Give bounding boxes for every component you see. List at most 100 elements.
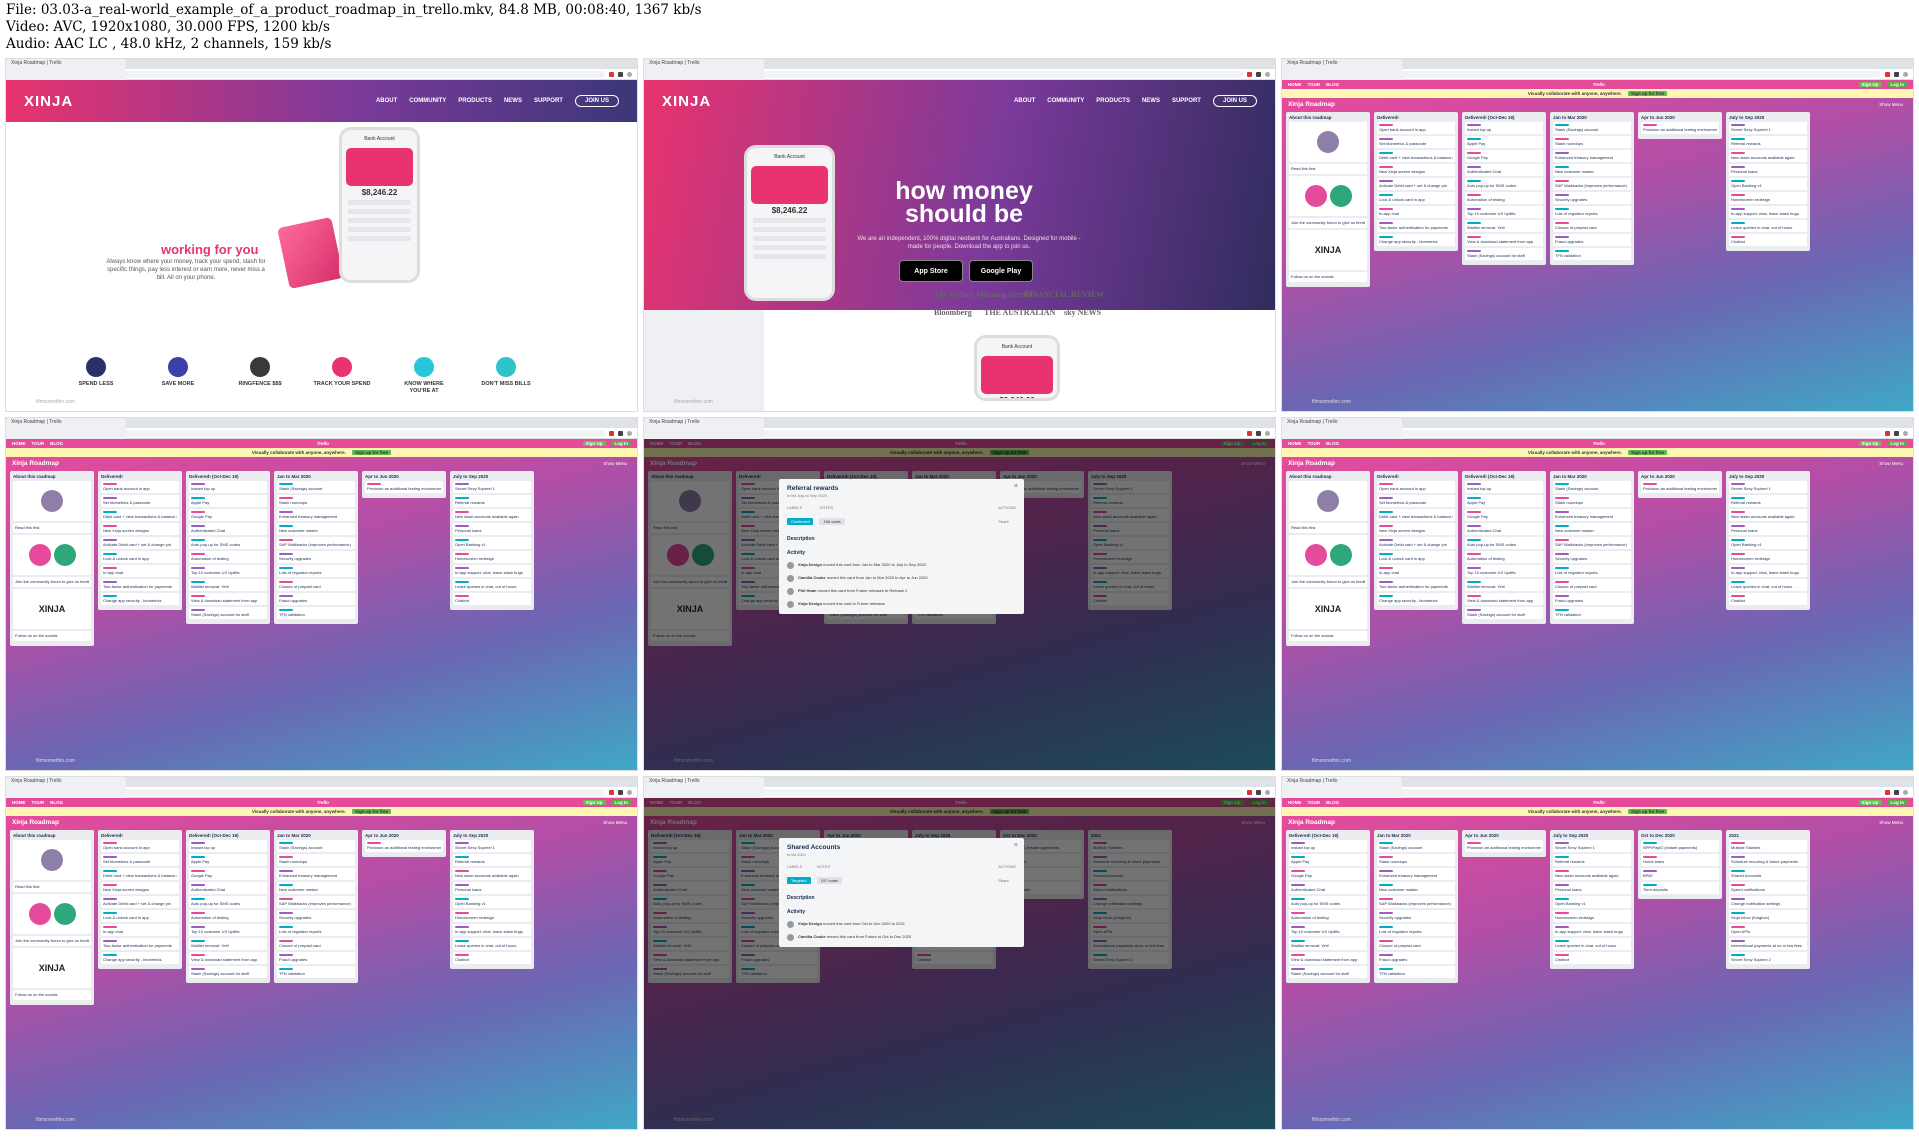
card[interactable]: Apple Pay	[1465, 136, 1543, 148]
card-detail-title[interactable]: Shared Accounts	[787, 844, 1016, 851]
log-in-button[interactable]: Log In	[1887, 82, 1907, 87]
card[interactable]: Instant top up	[1289, 840, 1367, 852]
card[interactable]: Chatbot	[453, 952, 531, 964]
card[interactable]: Follow us on the socials	[1289, 272, 1367, 282]
card[interactable]: Auto pop-up for SMS codes	[189, 896, 267, 908]
card[interactable]: Stash (Savings) account for staff	[189, 966, 267, 978]
show-menu-button[interactable]: Show Menu	[1879, 102, 1903, 107]
card[interactable]: Authenticated Chat	[189, 523, 267, 535]
card[interactable]: Provision an additional testing environm…	[365, 481, 443, 493]
card[interactable]: Open Banking v1	[1729, 178, 1807, 190]
signup-free-button[interactable]: Sign up for free	[1627, 91, 1668, 96]
trello-nav-item[interactable]: HOME	[12, 800, 26, 805]
card[interactable]: Lots of regulator reports	[277, 924, 355, 936]
card[interactable]: Stash (Savings) account for staff	[1465, 248, 1543, 260]
card[interactable]: Fraud upgrades	[1377, 952, 1455, 964]
signup-free-button[interactable]: Sign up for free	[351, 809, 392, 814]
label-badge[interactable]: Confirmed	[787, 518, 814, 525]
card[interactable]: Personal loans	[453, 523, 531, 535]
card[interactable]: Authenticated Chat	[1465, 523, 1543, 535]
card[interactable]: Secret Sexy Squirrel 2	[1729, 952, 1807, 964]
board-title[interactable]: Xinja Roadmap	[1288, 101, 1335, 108]
card[interactable]: Stash (Savings) account	[1553, 122, 1631, 134]
card[interactable]: Set biometrics & passcode	[101, 854, 179, 866]
card[interactable]: SAP Walkbacks (improves performance)	[1553, 178, 1631, 190]
card[interactable]: Open bank account in app	[1377, 481, 1455, 493]
card[interactable]: Lock & unlock card in app	[101, 910, 179, 922]
extension-icon[interactable]	[1247, 430, 1252, 436]
card[interactable]: TFN validation	[277, 966, 355, 978]
card[interactable]: Fraud upgrades	[277, 593, 355, 605]
board-title[interactable]: Xinja Roadmap	[1288, 460, 1335, 467]
show-menu-button[interactable]: Show Menu	[603, 820, 627, 825]
card[interactable]: Instant top up	[189, 840, 267, 852]
card[interactable]: Lots of regulator reports	[1553, 565, 1631, 577]
card[interactable]: In-app chat	[101, 565, 179, 577]
card[interactable]: Automation of testing	[189, 910, 267, 922]
card[interactable]: View & download statement from app	[189, 952, 267, 964]
card[interactable]: Google Pay	[1465, 509, 1543, 521]
card[interactable]: Chatbot	[1729, 234, 1807, 246]
card[interactable]: Instant top up	[189, 481, 267, 493]
label-badge[interactable]: Targeted	[787, 877, 811, 884]
card[interactable]: Two-factor authentication for payments	[101, 938, 179, 950]
card[interactable]: Lock & unlock card in app	[1377, 192, 1455, 204]
card[interactable]: Xinja Inbox (Kingbox)	[1729, 910, 1807, 922]
board-title[interactable]: Xinja Roadmap	[12, 819, 59, 826]
card[interactable]: Security upgrades	[1553, 192, 1631, 204]
trello-nav-item[interactable]: HOME	[1288, 82, 1302, 87]
card[interactable]: Closure of prepaid card	[1377, 938, 1455, 950]
card[interactable]: Read this first	[1289, 164, 1367, 174]
card[interactable]: Leave queries in chat, out of hours	[1729, 220, 1807, 232]
card[interactable]: Join the community forum to give us feed…	[1289, 577, 1367, 587]
xinja-logo-card[interactable]: XINJA	[13, 948, 91, 988]
card[interactable]: Join the community forum to give us feed…	[13, 936, 91, 946]
card[interactable]: Secret Sexy Squirrel 1	[1729, 481, 1807, 493]
card[interactable]: In-app support: chat, leave stash bugs	[1729, 565, 1807, 577]
card[interactable]: Secret Sexy Squirrel 1	[1729, 122, 1807, 134]
card[interactable]: Personal loans	[1729, 164, 1807, 176]
menu-icon[interactable]	[1903, 430, 1908, 436]
card[interactable]: Two-factor authentication for payments	[1377, 220, 1455, 232]
card[interactable]: SAP Walkbacks (improves performance)	[1553, 537, 1631, 549]
trello-nav-item[interactable]: BLOG	[50, 441, 63, 446]
card[interactable]: Debit card + view transactions & balance…	[101, 868, 179, 880]
board-title[interactable]: Xinja Roadmap	[1288, 819, 1335, 826]
card[interactable]: Lots of regulator reports	[1553, 206, 1631, 218]
card[interactable]: Follow us on the socials	[13, 990, 91, 1000]
xinja-logo-card[interactable]: XINJA	[13, 589, 91, 629]
extension-icon[interactable]	[1256, 430, 1261, 436]
card[interactable]: Automation of testing	[1289, 910, 1367, 922]
card[interactable]: Google Pay	[1289, 868, 1367, 880]
card[interactable]: Google Pay	[189, 868, 267, 880]
card[interactable]: New stash accounts available again	[1729, 509, 1807, 521]
card[interactable]: Stash roundups	[277, 495, 355, 507]
show-menu-button[interactable]: Show Menu	[1879, 461, 1903, 466]
close-icon[interactable]: ×	[1014, 842, 1018, 849]
card[interactable]: Homescreen redesign	[1553, 910, 1631, 922]
card[interactable]: Change app security - biometrics	[1377, 593, 1455, 605]
extension-icon[interactable]	[1894, 71, 1899, 77]
trello-logo[interactable]: Trello	[1593, 82, 1605, 87]
activity-user[interactable]: Camilla Cooke	[798, 934, 826, 939]
card[interactable]: Google Pay	[189, 509, 267, 521]
card[interactable]: Referral rewards	[1553, 854, 1631, 866]
trello-nav-item[interactable]: HOME	[12, 441, 26, 446]
card[interactable]: Auto pop-up for SMS codes	[1289, 896, 1367, 908]
card[interactable]: In-app support: chat, leave stash bugs	[453, 565, 531, 577]
card[interactable]: Security upgrades	[1377, 910, 1455, 922]
trello-nav-item[interactable]: HOME	[1288, 441, 1302, 446]
card[interactable]: Open APIs	[1729, 924, 1807, 936]
log-in-button[interactable]: Log In	[1887, 800, 1907, 805]
trello-nav-item[interactable]: BLOG	[50, 800, 63, 805]
board-title[interactable]: Xinja Roadmap	[12, 460, 59, 467]
community-image-card[interactable]	[1289, 535, 1367, 575]
card[interactable]: Auto pop-up for SMS codes	[189, 537, 267, 549]
activity-user[interactable]: Xinja Design	[798, 601, 822, 606]
card[interactable]: Stash roundups	[1377, 854, 1455, 866]
card[interactable]: Lots of regulator reports	[277, 565, 355, 577]
card[interactable]: Open Banking v1	[1729, 537, 1807, 549]
card[interactable]: Open bank account in app	[1377, 122, 1455, 134]
card[interactable]: SAP Walkbacks (improves performance)	[277, 537, 355, 549]
card[interactable]: Schedule recurring & future payments	[1729, 854, 1807, 866]
